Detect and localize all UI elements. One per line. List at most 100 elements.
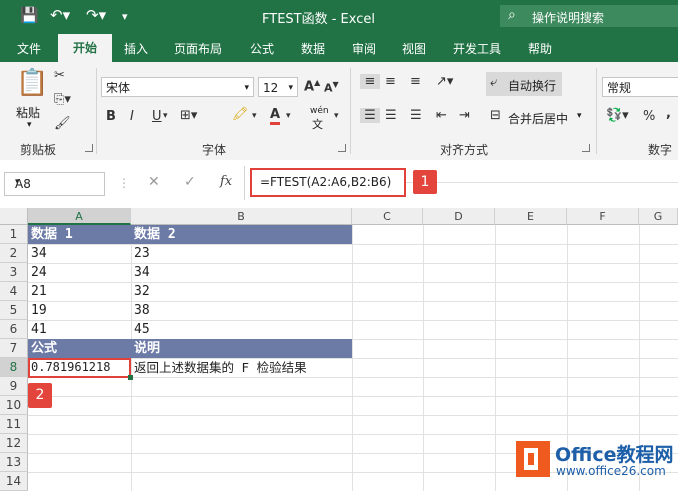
cell-a2[interactable]: 34 <box>31 244 47 263</box>
customize-qat-icon[interactable]: ▾ <box>122 10 128 23</box>
orientation-icon[interactable]: ↗▾ <box>436 74 453 89</box>
fill-dropdown-icon[interactable]: ▾ <box>252 111 257 121</box>
row-header-2[interactable]: 2 <box>0 244 28 263</box>
currency-icon[interactable]: 💱▾ <box>606 108 629 123</box>
row-header-3[interactable]: 3 <box>0 263 28 282</box>
paste-dropdown-icon[interactable]: ▾ <box>27 120 32 130</box>
number-format-combo[interactable]: 常规 <box>602 77 678 97</box>
cell-b1[interactable]: 数据 2 <box>134 225 176 244</box>
tab-file[interactable]: 文件 <box>17 40 41 57</box>
fill-handle[interactable] <box>128 375 133 380</box>
column-header-f[interactable]: F <box>567 208 639 225</box>
column-header-d[interactable]: D <box>423 208 495 225</box>
cell-b4[interactable]: 32 <box>134 282 150 301</box>
row-header-13[interactable]: 13 <box>0 453 28 472</box>
cell-a7[interactable]: 公式 <box>31 339 57 358</box>
row-header-14[interactable]: 14 <box>0 472 28 491</box>
name-box[interactable]: A8 ▾ <box>4 172 105 196</box>
paste-button[interactable]: 粘贴 <box>16 104 40 121</box>
save-icon[interactable]: 💾 <box>20 6 39 24</box>
bold-button[interactable]: B <box>106 109 116 124</box>
column-header-b[interactable]: B <box>131 208 352 225</box>
tab-insert[interactable]: 插入 <box>124 40 148 57</box>
formula-input[interactable]: =FTEST(A2:A6,B2:B6) <box>250 168 406 197</box>
decrease-indent-icon[interactable]: ⇤ <box>436 108 447 123</box>
cell-a3[interactable]: 24 <box>31 263 47 282</box>
decrease-font-icon[interactable]: A▼ <box>324 80 339 95</box>
tab-view[interactable]: 视图 <box>402 40 426 57</box>
italic-button[interactable]: I <box>130 109 134 124</box>
underline-dropdown-icon[interactable]: ▾ <box>163 111 168 121</box>
tab-review[interactable]: 审阅 <box>352 40 376 57</box>
alignment-launcher-icon[interactable] <box>582 144 590 152</box>
cell-b3[interactable]: 34 <box>134 263 150 282</box>
align-left-icon[interactable]: ☰ <box>360 108 380 123</box>
row-header-12[interactable]: 12 <box>0 434 28 453</box>
column-header-a[interactable]: A <box>28 208 131 225</box>
align-bottom-icon[interactable]: ≡ <box>410 74 421 89</box>
row-header-8[interactable]: 8 <box>0 358 28 377</box>
row-header-1[interactable]: 1 <box>0 225 28 244</box>
borders-icon[interactable]: ⊞▾ <box>180 108 197 123</box>
align-center-icon[interactable]: ☰ <box>385 108 397 123</box>
row-header-10[interactable]: 10 <box>0 396 28 415</box>
tab-formulas[interactable]: 公式 <box>250 40 274 57</box>
row-header-11[interactable]: 11 <box>0 415 28 434</box>
font-color-dropdown-icon[interactable]: ▾ <box>286 111 291 121</box>
align-right-icon[interactable]: ☰ <box>410 108 422 123</box>
percent-button[interactable]: % <box>643 109 655 124</box>
tab-help[interactable]: 帮助 <box>528 40 552 57</box>
merge-dropdown-icon[interactable]: ▾ <box>577 111 582 121</box>
paste-icon[interactable]: 📋 <box>16 68 48 98</box>
select-all-corner[interactable] <box>0 208 28 225</box>
row-header-5[interactable]: 5 <box>0 301 28 320</box>
phonetic-dropdown-icon[interactable]: ▾ <box>334 111 339 121</box>
cell-a1[interactable]: 数据 1 <box>31 225 73 244</box>
row-header-9[interactable]: 9 <box>0 377 28 396</box>
merge-center-icon[interactable]: ⊟ <box>490 108 501 123</box>
font-size-combo[interactable]: 12 ▾ <box>258 77 298 97</box>
cell-b2[interactable]: 23 <box>134 244 150 263</box>
chevron-down-icon[interactable]: ▾ <box>15 177 98 187</box>
clipboard-launcher-icon[interactable] <box>85 144 93 152</box>
column-header-c[interactable]: C <box>352 208 423 225</box>
cell-b8[interactable]: 返回上述数据集的 F 检验结果 <box>134 358 307 377</box>
insert-function-button[interactable]: fx <box>220 174 232 189</box>
font-launcher-icon[interactable] <box>338 144 346 152</box>
align-top-icon[interactable]: ≡ <box>360 74 380 89</box>
column-header-e[interactable]: E <box>495 208 567 225</box>
undo-icon[interactable]: ↶▾ <box>50 6 70 24</box>
merge-center-button[interactable]: 合并后居中 <box>508 110 568 127</box>
cut-icon[interactable]: ✂ <box>54 68 65 83</box>
row-header-4[interactable]: 4 <box>0 282 28 301</box>
cell-b6[interactable]: 45 <box>134 320 150 339</box>
increase-indent-icon[interactable]: ⇥ <box>459 108 470 123</box>
fill-color-icon[interactable]: 🖍 <box>232 107 249 122</box>
cell-b7[interactable]: 说明 <box>134 339 160 358</box>
search-box[interactable]: ⌕ 操作说明搜索 <box>500 5 678 27</box>
phonetic-button[interactable]: wén <box>310 106 329 116</box>
column-header-g[interactable]: G <box>639 208 678 225</box>
enter-icon[interactable]: ✓ <box>184 174 196 190</box>
row-header-7[interactable]: 7 <box>0 339 28 358</box>
cancel-icon[interactable]: ✕ <box>148 174 160 190</box>
redo-icon[interactable]: ↷▾ <box>86 6 106 24</box>
row-header-6[interactable]: 6 <box>0 320 28 339</box>
cell-b5[interactable]: 38 <box>134 301 150 320</box>
increase-font-icon[interactable]: A▲ <box>304 78 320 94</box>
font-color-button[interactable]: A <box>270 108 281 125</box>
tab-home[interactable]: 开始 <box>58 34 112 62</box>
wrap-text-button[interactable]: ⤶ 自动换行 <box>486 72 562 96</box>
cell-a6[interactable]: 41 <box>31 320 47 339</box>
format-painter-icon[interactable]: 🖌 <box>54 116 71 131</box>
comma-button[interactable]: , <box>666 106 671 121</box>
tab-page-layout[interactable]: 页面布局 <box>174 40 222 57</box>
underline-button[interactable]: U <box>152 109 162 124</box>
cell-a5[interactable]: 19 <box>31 301 47 320</box>
copy-icon[interactable]: ⎘▾ <box>54 92 71 107</box>
font-name-combo[interactable]: 宋体 ▾ <box>101 77 254 97</box>
tab-data[interactable]: 数据 <box>301 40 325 57</box>
tab-developer[interactable]: 开发工具 <box>453 40 501 57</box>
align-middle-icon[interactable]: ≡ <box>385 74 396 89</box>
cell-a4[interactable]: 21 <box>31 282 47 301</box>
